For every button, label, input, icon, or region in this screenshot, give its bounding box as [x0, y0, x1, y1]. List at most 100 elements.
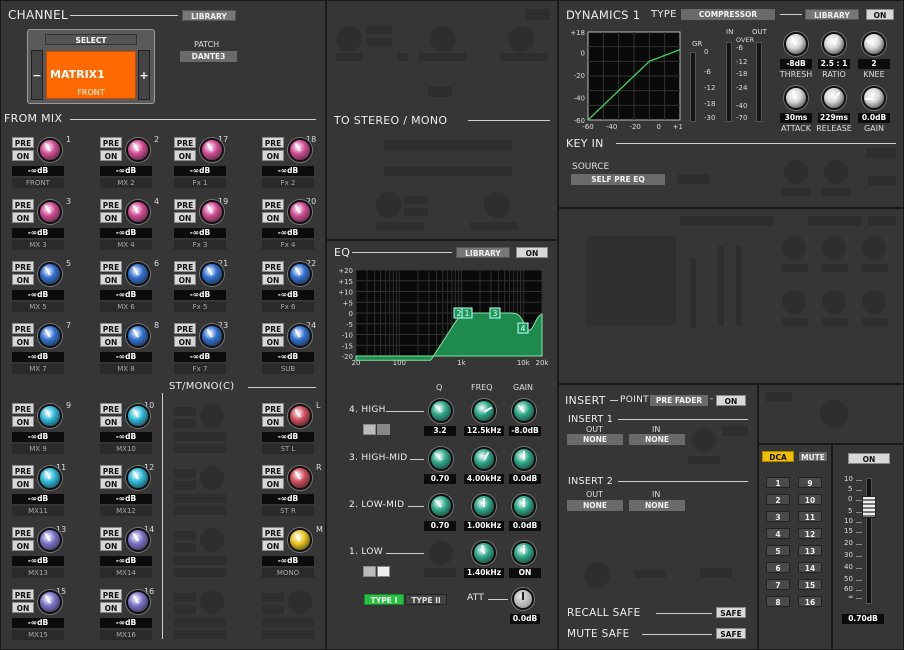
on-button[interactable]: ON [262, 336, 284, 347]
eq-freq-knob[interactable] [472, 541, 496, 565]
dca-group-button[interactable]: 16 [798, 596, 822, 607]
on-button[interactable]: ON [12, 212, 34, 223]
dynamics-library-button[interactable]: LIBRARY [805, 9, 859, 20]
pre-button[interactable]: PRE [100, 323, 122, 334]
pre-button[interactable]: PRE [262, 465, 284, 476]
on-button[interactable]: ON [100, 274, 122, 285]
pre-button[interactable]: PRE [262, 527, 284, 538]
on-button[interactable]: ON [100, 336, 122, 347]
pre-button[interactable]: PRE [100, 137, 122, 148]
pre-button[interactable]: PRE [262, 199, 284, 210]
dynamics-knee-knob[interactable] [862, 32, 886, 56]
on-button[interactable]: ON [262, 478, 284, 489]
dca-group-button[interactable]: 12 [798, 528, 822, 539]
dca-group-button[interactable]: 2 [766, 494, 790, 505]
pre-button[interactable]: PRE [174, 137, 196, 148]
on-button[interactable]: ON [100, 602, 122, 613]
pre-button[interactable]: PRE [262, 403, 284, 414]
on-button[interactable]: ON [12, 274, 34, 285]
eq-gain-knob[interactable] [512, 399, 536, 423]
on-button[interactable]: ON [174, 150, 196, 161]
channel-library-button[interactable]: LIBRARY [182, 10, 236, 21]
pre-button[interactable]: PRE [100, 527, 122, 538]
pre-button[interactable]: PRE [100, 199, 122, 210]
send-level-knob[interactable] [38, 528, 62, 552]
send-level-knob[interactable] [38, 404, 62, 428]
on-button[interactable]: ON [174, 274, 196, 285]
eq-graph[interactable]: +20 +15 +10 +5 0 -5 -10 -15 -20 20 100 1k 10k 20k 2 1 3 4 [334, 264, 550, 372]
pre-button[interactable]: PRE [12, 137, 34, 148]
recall-safe-button[interactable]: SAFE [716, 607, 746, 618]
eq-type2-button[interactable]: TYPE II [405, 594, 447, 605]
on-button[interactable]: ON [100, 212, 122, 223]
eq-gain-knob[interactable] [512, 541, 536, 565]
dca-group-button[interactable]: 10 [798, 494, 822, 505]
dca-mute-button[interactable]: MUTE [798, 451, 828, 462]
send-level-knob[interactable] [126, 324, 150, 348]
pre-button[interactable]: PRE [262, 137, 284, 148]
pre-button[interactable]: PRE [100, 589, 122, 600]
pre-button[interactable]: PRE [100, 261, 122, 272]
eq-shape-button-b[interactable] [377, 424, 390, 435]
dca-group-button[interactable]: 14 [798, 562, 822, 573]
send-level-knob[interactable] [200, 200, 224, 224]
key-in-source-button[interactable]: SELF PRE EQ [571, 174, 665, 185]
dca-group-button[interactable]: 13 [798, 545, 822, 556]
eq-library-button[interactable]: LIBRARY [456, 247, 510, 258]
on-button[interactable]: ON [262, 540, 284, 551]
next-channel-button[interactable]: + [138, 50, 150, 100]
eq-shape-button-b[interactable] [377, 566, 390, 577]
on-button[interactable]: ON [12, 478, 34, 489]
eq-gain-knob[interactable] [512, 447, 536, 471]
insert1-out-button[interactable]: NONE [567, 434, 623, 445]
on-button[interactable]: ON [12, 416, 34, 427]
send-level-knob[interactable] [38, 466, 62, 490]
pre-button[interactable]: PRE [174, 323, 196, 334]
send-level-knob[interactable] [126, 404, 150, 428]
dynamics-thresh-knob[interactable] [784, 32, 808, 56]
prev-channel-button[interactable]: − [31, 50, 43, 100]
insert1-in-button[interactable]: NONE [629, 434, 685, 445]
send-level-knob[interactable] [200, 324, 224, 348]
send-level-knob[interactable] [288, 466, 312, 490]
on-button[interactable]: ON [174, 336, 196, 347]
dynamics-type-button[interactable]: COMPRESSOR [681, 9, 775, 20]
dca-group-button[interactable]: 6 [766, 562, 790, 573]
pre-button[interactable]: PRE [262, 261, 284, 272]
dynamics-gain-knob[interactable] [862, 86, 886, 110]
send-level-knob[interactable] [38, 138, 62, 162]
send-level-knob[interactable] [288, 324, 312, 348]
send-level-knob[interactable] [288, 138, 312, 162]
dca-group-button[interactable]: 7 [766, 579, 790, 590]
eq-gain-knob[interactable] [512, 494, 536, 518]
eq-shape-button-a[interactable] [363, 424, 376, 435]
dca-button[interactable]: DCA [762, 451, 794, 462]
dca-group-button[interactable]: 11 [798, 511, 822, 522]
send-level-knob[interactable] [126, 466, 150, 490]
pre-button[interactable]: PRE [12, 261, 34, 272]
insert2-in-button[interactable]: NONE [629, 500, 685, 511]
fader-knob[interactable] [862, 496, 876, 518]
send-level-knob[interactable] [288, 528, 312, 552]
pre-button[interactable]: PRE [12, 465, 34, 476]
on-button[interactable]: ON [262, 150, 284, 161]
on-button[interactable]: ON [12, 336, 34, 347]
eq-shape-button-a[interactable] [363, 566, 376, 577]
on-button[interactable]: ON [100, 540, 122, 551]
dca-group-button[interactable]: 1 [766, 477, 790, 488]
patch-button[interactable]: DANTE3 [180, 51, 237, 62]
pre-button[interactable]: PRE [174, 199, 196, 210]
pre-button[interactable]: PRE [100, 465, 122, 476]
send-level-knob[interactable] [126, 138, 150, 162]
dynamics-on-button[interactable]: ON [866, 9, 894, 20]
send-level-knob[interactable] [38, 324, 62, 348]
dynamics-attack-knob[interactable] [784, 86, 808, 110]
pre-button[interactable]: PRE [12, 527, 34, 538]
pre-button[interactable]: PRE [100, 403, 122, 414]
on-button[interactable]: ON [174, 212, 196, 223]
dca-group-button[interactable]: 4 [766, 528, 790, 539]
on-button[interactable]: ON [100, 150, 122, 161]
eq-freq-knob[interactable] [472, 447, 496, 471]
eq-q-knob[interactable] [429, 447, 453, 471]
eq-type1-button[interactable]: TYPE I [364, 594, 404, 605]
